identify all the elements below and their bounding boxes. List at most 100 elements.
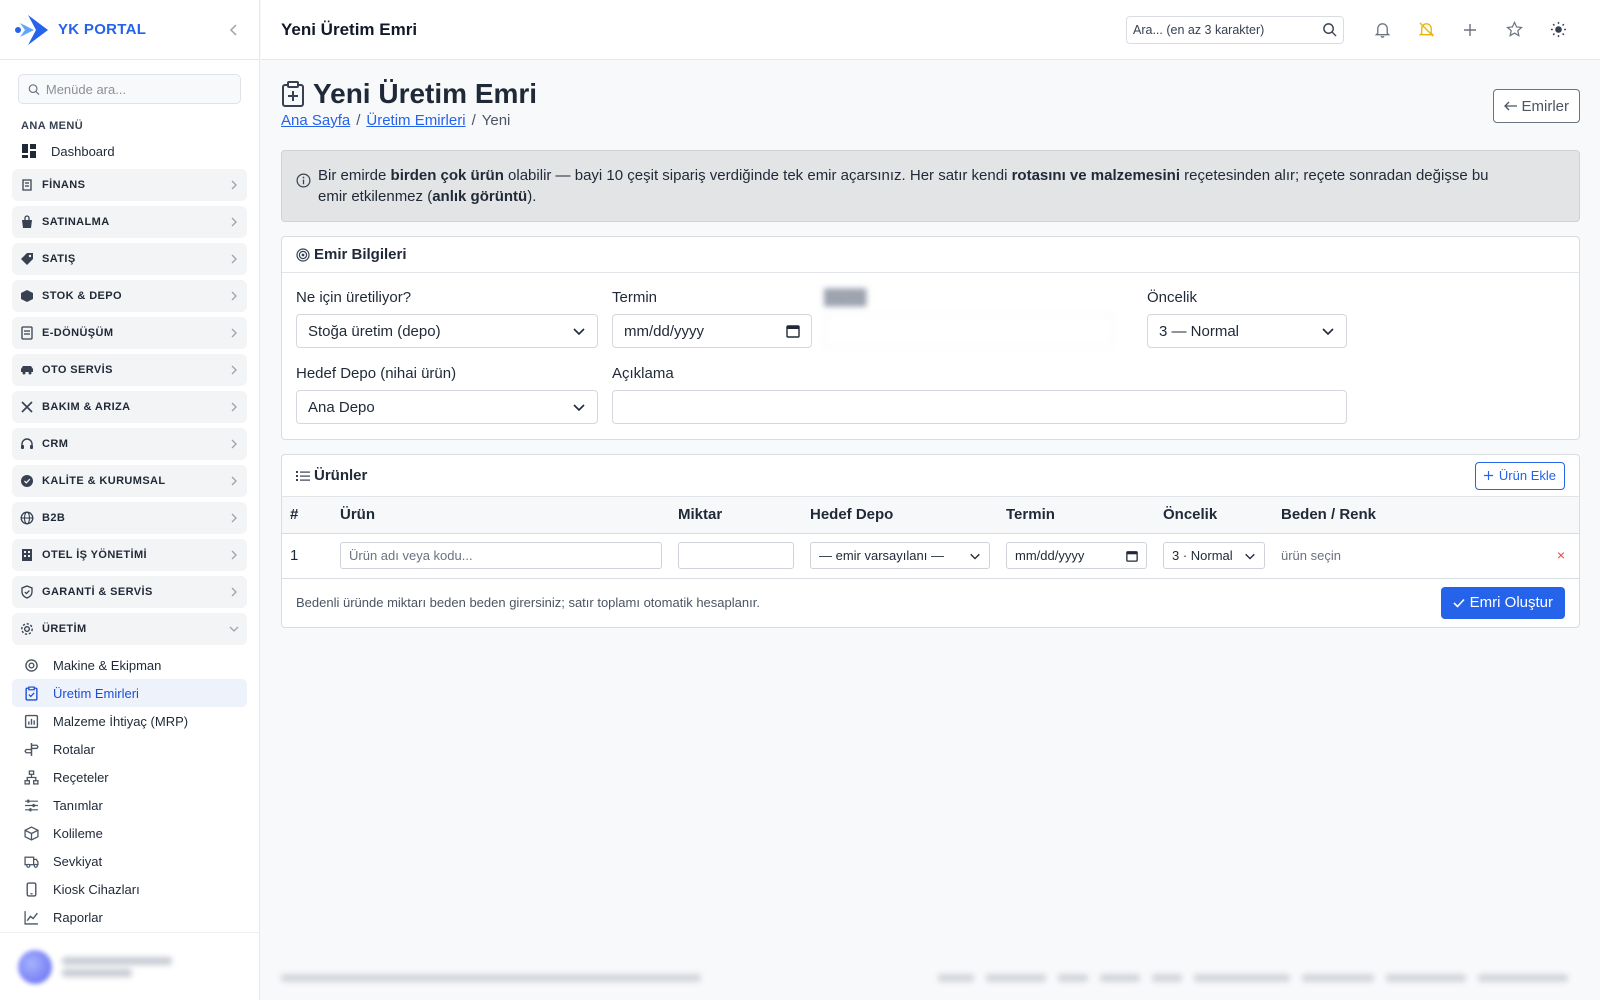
row-priority-select[interactable]: 3 · Normal	[1163, 542, 1265, 569]
description-input[interactable]	[612, 390, 1347, 424]
search-icon	[28, 83, 40, 95]
sidebar-group-label: SATIŞ	[42, 253, 76, 265]
sidebar-item-dashboard[interactable]: Dashboard	[0, 138, 259, 164]
product-search-placeholder: Ürün adı veya kodu...	[349, 548, 473, 563]
sidebar-group-garanti-servis[interactable]: GARANTİ & SERVİS	[12, 576, 247, 608]
sidebar-group-label: E-DÖNÜŞÜM	[42, 327, 114, 339]
remove-row-button[interactable]: ×	[1557, 547, 1565, 563]
size-color-hint: ürün seçin	[1281, 548, 1341, 563]
notifications-button[interactable]	[1360, 15, 1404, 45]
truck-icon	[24, 856, 39, 868]
sidebar-item-label: Makine & Ekipman	[53, 657, 162, 673]
breadcrumb-orders-link[interactable]: Üretim Emirleri	[366, 112, 465, 129]
sidebar-group-label: OTEL İŞ YÖNETİMİ	[42, 549, 148, 561]
back-to-orders-button[interactable]: Emirler	[1492, 89, 1580, 123]
sidebar-item-label: Sevkiyat	[53, 853, 103, 869]
quantity-input[interactable]	[678, 542, 794, 569]
theme-toggle-button[interactable]	[1536, 15, 1580, 45]
sidebar-group-oto-servis[interactable]: OTO SERVİS	[12, 354, 247, 386]
clipboard-plus-icon	[282, 81, 304, 107]
calendar-icon[interactable]	[786, 324, 800, 338]
search-icon[interactable]	[1322, 22, 1337, 37]
target-icon	[296, 247, 310, 262]
sidebar-item-kolileme[interactable]: Kolileme	[12, 819, 247, 847]
sidebar-group-label: GARANTİ & SERVİS	[42, 586, 153, 598]
shield-icon	[21, 585, 33, 599]
hidden-field-label-blurred: ████	[824, 289, 867, 306]
tablet-icon	[26, 881, 37, 897]
sidebar-item-makine-ekipman[interactable]: Makine & Ekipman	[12, 651, 247, 679]
user-profile[interactable]	[0, 932, 260, 1000]
deadline-date-input[interactable]: mm/dd/yyyy	[612, 314, 812, 348]
sidebar-group-kalite-kurumsal[interactable]: KALİTE & KURUMSAL	[12, 465, 247, 497]
size-color-cell: ürün seçin	[1273, 533, 1539, 579]
sidebar-item-rotalar[interactable]: Rotalar	[12, 735, 247, 763]
column-header-deadline: Termin	[998, 497, 1155, 534]
global-search-input[interactable]	[1133, 22, 1322, 37]
sidebar-group-b2b[interactable]: B2B	[12, 502, 247, 534]
chevron-down-icon	[573, 328, 585, 336]
add-button[interactable]	[1448, 15, 1492, 45]
dashboard-icon	[22, 144, 36, 158]
sidebar-item-kiosk-cihazlari[interactable]: Kiosk Cihazları	[12, 875, 247, 903]
sidebar-item-uretim-emirleri[interactable]: Üretim Emirleri	[12, 679, 247, 707]
sidebar-group-satis[interactable]: SATIŞ	[12, 243, 247, 275]
row-deadline-input[interactable]: mm/dd/yyyy	[1006, 542, 1147, 569]
column-header-priority: Öncelik	[1155, 497, 1273, 534]
sliders-icon	[25, 799, 38, 811]
sidebar-group-e-donusum[interactable]: E-DÖNÜŞÜM	[12, 317, 247, 349]
document-icon	[21, 326, 33, 340]
collapse-sidebar-button[interactable]	[223, 19, 245, 41]
mute-notifications-button[interactable]	[1404, 15, 1448, 45]
sidebar-group-otel-is-yonetimi[interactable]: OTEL İŞ YÖNETİMİ	[12, 539, 247, 571]
bell-off-icon	[1418, 22, 1434, 37]
favorites-button[interactable]	[1492, 15, 1536, 45]
row-priority-value: 3 · Normal	[1172, 548, 1233, 563]
sidebar-group-label: CRM	[42, 438, 69, 450]
sidebar-item-sevkiyat[interactable]: Sevkiyat	[12, 847, 247, 875]
sidebar-group-bakim-ariza[interactable]: BAKIM & ARIZA	[12, 391, 247, 423]
sidebar-item-tanimlar[interactable]: Tanımlar	[12, 791, 247, 819]
topbar: Yeni Üretim Emri	[261, 0, 1600, 60]
column-header-product: Ürün	[332, 497, 670, 534]
product-search-input[interactable]: Ürün adı veya kodu...	[340, 542, 662, 569]
chevron-down-icon	[970, 553, 980, 560]
chevron-right-icon	[231, 587, 237, 597]
sidebar-group-crm[interactable]: CRM	[12, 428, 247, 460]
line-chart-icon	[24, 910, 38, 925]
calendar-icon[interactable]	[1126, 550, 1138, 562]
sidebar-item-raporlar[interactable]: Raporlar	[12, 903, 247, 931]
chevron-right-icon	[231, 476, 237, 486]
sidebar: YK PORTAL ANA MENÜ Dashboard FİNANS SATIN…	[0, 0, 260, 1000]
row-warehouse-select[interactable]: — emir varsayılanı —	[810, 542, 990, 569]
purpose-select[interactable]: Stoğa üretim (depo)	[296, 314, 598, 348]
sidebar-group-satinalma[interactable]: SATINALMA	[12, 206, 247, 238]
products-footer: Bedenli üründe miktarı beden beden girer…	[282, 579, 1579, 627]
menu-search-input[interactable]	[45, 81, 231, 97]
warehouse-select[interactable]: Ana Depo	[296, 390, 598, 424]
chevron-down-icon	[573, 404, 585, 412]
column-header-size-color: Beden / Renk	[1273, 497, 1539, 534]
sidebar-item-label: Rotalar	[53, 741, 95, 757]
sidebar-group-stok-depo[interactable]: STOK & DEPO	[12, 280, 247, 312]
add-product-button[interactable]: Ürün Ekle	[1474, 461, 1565, 490]
products-table: # Ürün Miktar Hedef Depo Termin Öncelik …	[282, 497, 1579, 579]
info-alert: Bir emirde birden çok ürün olabilir — ba…	[281, 150, 1580, 222]
breadcrumb-home-link[interactable]: Ana Sayfa	[281, 112, 350, 129]
car-icon	[21, 366, 33, 375]
sidebar-group-uretim[interactable]: ÜRETİM	[12, 613, 247, 645]
sidebar-group-finans[interactable]: FİNANS	[12, 169, 247, 201]
sidebar-item-malzeme-ihtiyac-mrp[interactable]: Malzeme İhtiyaç (MRP)	[12, 707, 247, 735]
sidebar-item-receteler[interactable]: Reçeteler	[12, 763, 247, 791]
box-icon	[21, 290, 33, 302]
alert-text-4: ).	[527, 188, 537, 205]
create-order-button[interactable]: Emri Oluştur	[1440, 586, 1565, 619]
order-info-header: Emir Bilgileri	[282, 237, 1579, 273]
priority-select[interactable]: 3 — Normal	[1147, 314, 1347, 348]
brand-logo-icon	[15, 14, 48, 45]
sidebar-item-label: Raporlar	[53, 909, 103, 925]
clipboard-icon	[25, 685, 38, 701]
description-label: Açıklama	[612, 365, 674, 382]
add-product-label: Ürün Ekle	[1498, 468, 1556, 483]
menu-search	[18, 74, 241, 104]
